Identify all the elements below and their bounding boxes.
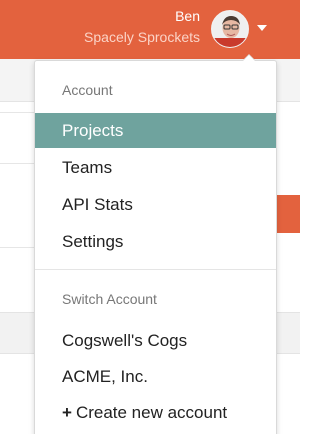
current-account-name: Spacely Sprockets xyxy=(84,29,200,45)
user-avatar[interactable] xyxy=(211,10,249,48)
menu-item-teams[interactable]: Teams xyxy=(35,150,276,185)
menu-item-projects[interactable]: Projects xyxy=(35,113,276,148)
user-avatar-icon xyxy=(212,11,248,47)
background-button-edge xyxy=(277,195,300,233)
menu-item-acme-inc[interactable]: ACME, Inc. xyxy=(35,359,276,394)
plus-icon: + xyxy=(62,403,72,422)
create-new-account-label: Create new account xyxy=(75,403,228,422)
account-dropdown-menu: Account Projects Teams API Stats Setting… xyxy=(34,54,277,434)
menu-item-api-stats[interactable]: API Stats xyxy=(35,187,276,222)
account-switcher-text[interactable]: Ben Spacely Sprockets xyxy=(84,7,200,46)
menu-divider xyxy=(35,269,276,270)
page: Ben Spacely Sprockets Account Projects T… xyxy=(0,0,300,434)
switch-account-section-header: Switch Account xyxy=(62,291,157,307)
user-name: Ben xyxy=(175,8,200,24)
create-new-account-item[interactable]: + Create new account xyxy=(35,395,276,430)
account-section-header: Account xyxy=(62,82,113,98)
caret-down-icon[interactable] xyxy=(257,25,267,31)
menu-item-cogswells-cogs[interactable]: Cogswell's Cogs xyxy=(35,323,276,358)
top-header-bar: Ben Spacely Sprockets xyxy=(0,0,300,59)
menu-item-settings[interactable]: Settings xyxy=(35,224,276,259)
